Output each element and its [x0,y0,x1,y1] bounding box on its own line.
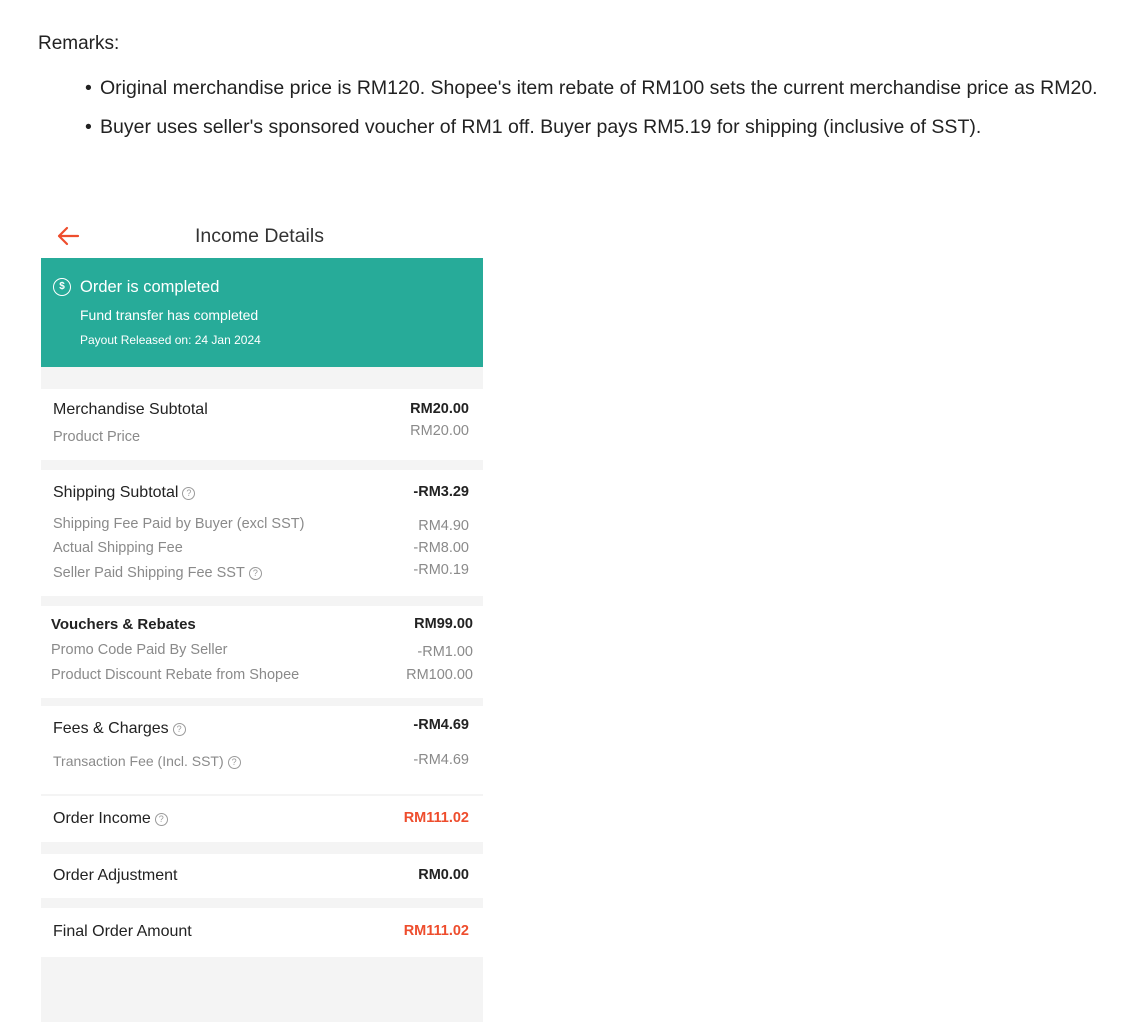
shipping-section: Shipping Subtotal? -RM3.29 Shipping Fee … [41,470,483,596]
merchandise-subtotal-value: RM20.00 [410,401,469,417]
list-item: Actual Shipping Fee -RM8.00 [53,540,469,556]
product-price-row: Product Price RM20.00 [53,423,469,450]
vouchers-rebates-value: RM99.00 [414,616,473,632]
order-adjustment-value: RM0.00 [418,867,469,883]
order-income-label: Order Income [53,810,151,827]
final-amount-label: Final Order Amount [53,923,192,940]
merchandise-subtotal-label: Merchandise Subtotal [53,401,208,418]
vouchers-rebates-row: Vouchers & Rebates RM99.00 [51,616,473,638]
info-icon[interactable]: ? [227,756,241,769]
remark-item: • Buyer uses seller's sponsored voucher o… [85,116,982,138]
product-price-label: Product Price [53,429,141,445]
vouchers-section: Vouchers & Rebates RM99.00 Promo Code Pa… [41,606,483,698]
list-item: Shipping Fee Paid by Buyer (excl SST) RM… [53,516,469,534]
info-icon[interactable]: ? [154,813,168,826]
order-adjustment-section: Order Adjustment RM0.00 [41,854,483,898]
dollar-coin-icon: $ [53,278,71,296]
info-icon[interactable]: ? [172,723,186,736]
page-title: Income Details [195,225,324,247]
shipping-subtotal-value: -RM3.29 [413,484,469,500]
vouchers-rebates-label: Vouchers & Rebates [51,616,196,633]
income-details-screen: Income Details $ Order is completed Fund… [41,214,483,1022]
order-income-value: RM111.02 [403,810,469,826]
remarks: Remarks: • Original merchandise price is … [38,33,1128,146]
shipping-subtotal-label: Shipping Subtotal [53,484,179,501]
list-item: Product Discount Rebate from Shopee RM10… [51,667,473,683]
fees-charges-value: -RM4.69 [413,717,469,733]
info-icon[interactable]: ? [182,487,196,500]
remarks-title: Remarks: [38,33,120,54]
info-icon[interactable]: ? [248,567,262,580]
order-income-row: Order Income? RM111.02 [53,810,469,832]
fees-charges-label: Fees & Charges [53,720,169,737]
remarks-list: • Original merchandise price is RM120. Sh… [38,69,1128,146]
payout-date: Payout Released on: 24 Jan 2024 [80,333,261,347]
final-amount-section: Final Order Amount RM111.02 [41,908,483,957]
order-status: Order is completed [80,278,220,296]
shipping-subtotal-row: Shipping Subtotal? -RM3.29 [53,484,469,506]
order-status-banner: $ Order is completed Fund transfer has c… [41,258,483,367]
arrow-left-icon[interactable] [55,223,81,249]
list-item: Transaction Fee (Incl. SST)? -RM4.69 [53,752,469,769]
fees-section: Fees & Charges? -RM4.69 Transaction Fee … [41,706,483,794]
merchandise-section: Merchandise Subtotal RM20.00 Product Pri… [41,389,483,460]
list-item: Promo Code Paid By Seller -RM1.00 [51,642,473,660]
order-adjustment-label: Order Adjustment [53,867,178,884]
final-amount-value: RM111.02 [403,923,469,939]
final-amount-row: Final Order Amount RM111.02 [53,923,469,945]
fund-transfer-status: Fund transfer has completed [80,307,259,323]
top-bar: Income Details [41,214,483,258]
remark-item: • Original merchandise price is RM120. Sh… [85,77,1098,99]
product-price-value: RM20.00 [410,423,469,439]
order-adjustment-row: Order Adjustment RM0.00 [53,867,469,889]
fees-charges-row: Fees & Charges? -RM4.69 [53,717,469,741]
list-item: Seller Paid Shipping Fee SST? -RM0.19 [53,562,469,581]
order-income-section: Order Income? RM111.02 [41,796,483,842]
merchandise-subtotal-row: Merchandise Subtotal RM20.00 [53,401,469,423]
